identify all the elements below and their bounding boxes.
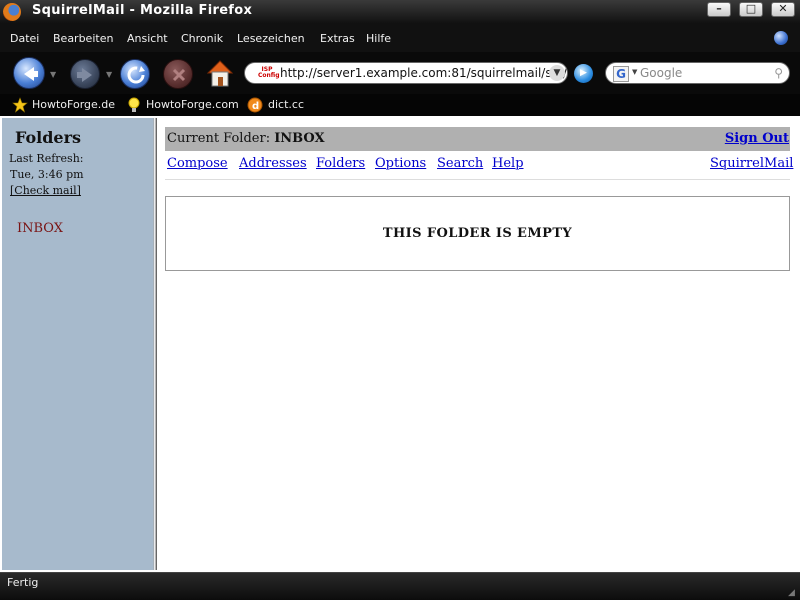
search-input[interactable]: Google [640,66,682,80]
search-engine-dropdown-icon[interactable]: ▼ [632,68,637,76]
forward-history-chevron-icon[interactable]: ▼ [106,70,112,79]
bookmark-howtoforge-com[interactable]: HowtoForge.com [146,98,239,111]
options-link[interactable]: Options [375,156,426,171]
bookmark-dict-cc[interactable]: dict.cc [268,98,304,111]
back-button[interactable] [13,57,45,89]
site-favicon: ISP Config [258,66,280,79]
menu-hilfe[interactable]: Hilfe [366,32,391,45]
menu-chronik[interactable]: Chronik [181,32,223,45]
status-bar [0,572,800,600]
empty-folder-message: THIS FOLDER IS EMPTY [382,226,573,241]
window-title: SquirrelMail - Mozilla Firefox [32,3,253,18]
check-mail-link[interactable]: [Check mail] [10,184,81,197]
menu-bar: Datei Bearbeiten Ansicht Chronik Lesezei… [0,24,800,52]
url-input[interactable]: http://server1.example.com:81/squirrelma… [280,66,567,80]
activity-throbber-icon [774,31,788,45]
last-refresh-label: Last Refresh: [9,152,84,165]
back-history-chevron-icon[interactable]: ▼ [50,70,56,79]
check-mail-link-text[interactable]: [Check mail] [10,184,81,197]
menu-ansicht[interactable]: Ansicht [127,32,168,45]
squirrelmail-link[interactable]: SquirrelMail [710,156,793,171]
folders-heading: Folders [15,128,82,147]
stop-x-icon [172,68,186,82]
compose-link[interactable]: Compose [167,156,228,171]
search-magnifier-icon[interactable]: ⚲ [774,66,783,80]
folder-inbox-link[interactable]: INBOX [17,221,63,236]
star-icon [12,97,28,113]
resize-grip-icon[interactable]: ◢ [788,588,798,598]
forward-arrow-icon [77,68,92,82]
current-folder-text: Current Folder: INBOX [167,131,325,146]
forward-button[interactable] [70,59,100,89]
help-link[interactable]: Help [492,156,524,171]
message-list-frame [157,118,798,570]
header-divider [165,179,790,180]
folders-link[interactable]: Folders [316,156,365,171]
url-history-dropdown-icon[interactable]: ▼ [549,65,565,81]
last-refresh-time: Tue, 3:46 pm [10,168,84,181]
home-icon [206,60,234,87]
menu-extras[interactable]: Extras [320,32,355,45]
firefox-icon [3,3,21,21]
window-title-bar[interactable]: SquirrelMail - Mozilla Firefox – □ ✕ [0,0,800,24]
reload-icon [127,66,145,84]
google-engine-icon[interactable]: G [613,66,629,82]
status-text: Fertig [7,576,39,589]
url-bar[interactable]: ISP Config http://server1.example.com:81… [244,62,568,84]
empty-folder-box: THIS FOLDER IS EMPTY [165,196,790,271]
dict-cc-icon: d [247,97,263,113]
lightbulb-icon [128,97,140,112]
bookmarks-toolbar [0,94,800,116]
maximize-button[interactable]: □ [739,2,763,17]
menu-datei[interactable]: Datei [10,32,39,45]
menu-lesezeichen[interactable]: Lesezeichen [237,32,305,45]
reload-button[interactable] [120,59,150,89]
sign-out-link[interactable]: Sign Out [725,131,789,146]
stop-button[interactable] [163,59,193,89]
search-link[interactable]: Search [437,156,483,171]
menu-bearbeiten[interactable]: Bearbeiten [53,32,113,45]
bookmark-howtoforge-de[interactable]: HowtoForge.de [32,98,115,111]
svg-text:d: d [252,101,259,112]
current-folder-label: Current Folder: [167,131,271,146]
minimize-button[interactable]: – [707,2,731,17]
current-folder-name: INBOX [274,131,325,146]
close-window-button[interactable]: ✕ [771,2,795,17]
search-bar[interactable]: G ▼ Google ⚲ [605,62,790,84]
home-button[interactable] [206,58,234,88]
go-button[interactable]: ▶ [574,64,593,83]
addresses-link[interactable]: Addresses [239,156,307,171]
back-arrow-icon [24,67,38,81]
